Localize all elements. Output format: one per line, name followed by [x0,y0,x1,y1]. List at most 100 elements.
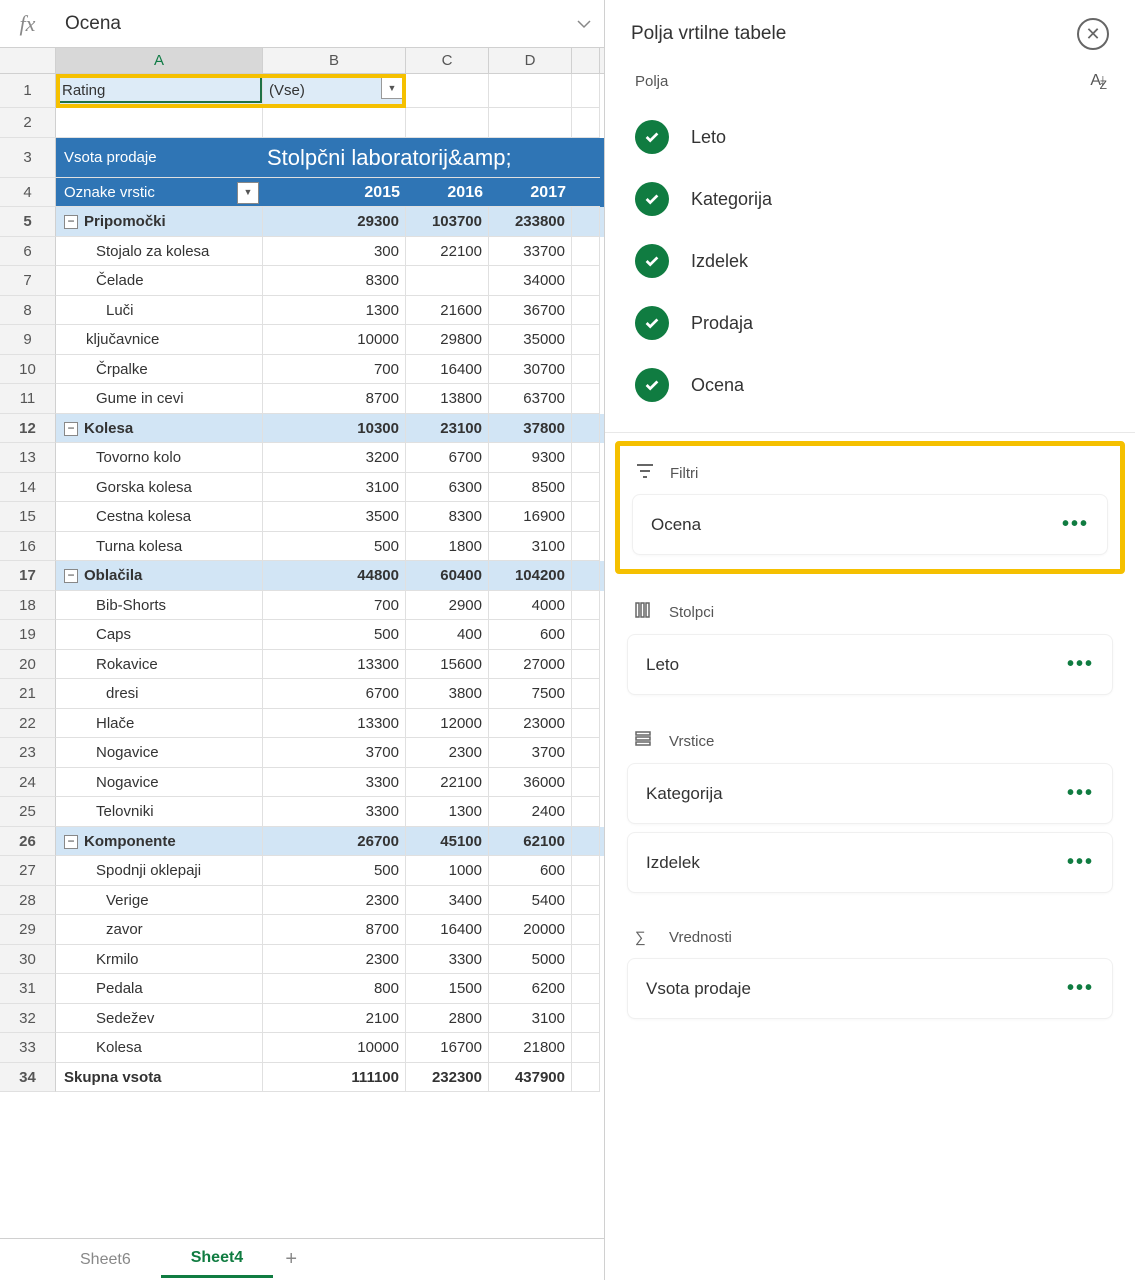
collapse-icon[interactable]: − [64,569,78,583]
row-header[interactable]: 29 [0,915,56,945]
data-cell[interactable]: 500 [263,620,406,650]
pivot-column-label[interactable]: Stolpčni laboratorij&amp; [263,138,572,178]
data-cell[interactable]: 23100 [406,414,489,444]
row-label-cell[interactable]: Pedala [56,974,263,1004]
filter-pill-ocena[interactable]: Ocena ••• [632,494,1108,555]
row-header[interactable]: 10 [0,355,56,385]
more-icon[interactable]: ••• [1067,977,1094,1000]
data-cell[interactable]: 3200 [263,443,406,473]
data-cell[interactable]: 700 [263,591,406,621]
row-label-cell[interactable]: Črpalke [56,355,263,385]
data-cell[interactable]: 437900 [489,1063,572,1093]
data-cell[interactable]: 1300 [263,296,406,326]
data-cell[interactable]: 13300 [263,650,406,680]
data-cell[interactable]: 1800 [406,532,489,562]
more-icon[interactable]: ••• [1067,782,1094,805]
data-cell[interactable]: 3300 [406,945,489,975]
row-header[interactable]: 33 [0,1033,56,1063]
collapse-icon[interactable]: − [64,215,78,229]
data-cell[interactable]: 10300 [263,414,406,444]
data-cell[interactable]: 300 [263,237,406,267]
more-icon[interactable]: ••• [1067,653,1094,676]
data-cell[interactable]: 3100 [489,532,572,562]
row-header[interactable]: 21 [0,679,56,709]
row-header[interactable]: 13 [0,443,56,473]
data-cell[interactable]: 3100 [489,1004,572,1034]
data-cell[interactable]: 232300 [406,1063,489,1093]
data-cell[interactable]: 33700 [489,237,572,267]
data-cell[interactable]: 36000 [489,768,572,798]
row-label-cell[interactable]: Nogavice [56,768,263,798]
row-label-cell[interactable]: dresi [56,679,263,709]
data-cell[interactable]: 3700 [263,738,406,768]
pivot-measure-label[interactable]: Vsota prodaje [56,138,263,178]
data-cell[interactable]: 44800 [263,561,406,591]
row-label-cell[interactable]: Spodnji oklepaji [56,856,263,886]
data-cell[interactable]: 16400 [406,915,489,945]
data-cell[interactable]: 600 [489,620,572,650]
row-label-cell[interactable]: −Kolesa [56,414,263,444]
select-all-corner[interactable] [0,48,56,73]
data-cell[interactable]: 16700 [406,1033,489,1063]
tab-sheet4[interactable]: Sheet4 [161,1241,273,1278]
row-header[interactable]: 32 [0,1004,56,1034]
row-label-cell[interactable]: Verige [56,886,263,916]
year-header[interactable]: 2015 [263,178,406,208]
data-cell[interactable]: 5000 [489,945,572,975]
data-cell[interactable]: 6300 [406,473,489,503]
data-cell[interactable]: 2400 [489,797,572,827]
col-header-d[interactable]: D [489,48,572,73]
data-cell[interactable]: 22100 [406,768,489,798]
row-labels-header[interactable]: Oznake vrstic ▼ [56,178,263,208]
data-cell[interactable]: 7500 [489,679,572,709]
data-cell[interactable]: 36700 [489,296,572,326]
data-cell[interactable]: 3500 [263,502,406,532]
data-cell[interactable]: 5400 [489,886,572,916]
row-header[interactable]: 31 [0,974,56,1004]
collapse-icon[interactable]: − [64,835,78,849]
data-cell[interactable]: 16400 [406,355,489,385]
row-header[interactable]: 2 [0,108,56,138]
data-cell[interactable]: 35000 [489,325,572,355]
data-cell[interactable]: 3700 [489,738,572,768]
data-cell[interactable]: 2300 [406,738,489,768]
row-header[interactable]: 20 [0,650,56,680]
data-cell[interactable]: 8500 [489,473,572,503]
row-header[interactable]: 6 [0,237,56,267]
data-cell[interactable]: 21600 [406,296,489,326]
more-icon[interactable]: ••• [1062,513,1089,536]
data-cell[interactable]: 1000 [406,856,489,886]
data-cell[interactable]: 13300 [263,709,406,739]
data-cell[interactable]: 3300 [263,797,406,827]
data-cell[interactable]: 4000 [489,591,572,621]
row-header[interactable]: 23 [0,738,56,768]
field-item[interactable]: Prodaja [627,292,1113,354]
formula-input[interactable] [55,0,564,47]
data-cell[interactable]: 8700 [263,384,406,414]
row-header[interactable]: 16 [0,532,56,562]
row-label-cell[interactable]: Skupna vsota [56,1063,263,1093]
data-cell[interactable]: 111100 [263,1063,406,1093]
row-label-cell[interactable]: −Oblačila [56,561,263,591]
row-header[interactable]: 14 [0,473,56,503]
row-header[interactable]: 25 [0,797,56,827]
row-label-cell[interactable]: Turna kolesa [56,532,263,562]
data-cell[interactable]: 1300 [406,797,489,827]
row-header[interactable]: 34 [0,1063,56,1093]
row-header[interactable]: 22 [0,709,56,739]
row-header[interactable]: 5 [0,207,56,237]
row-header[interactable]: 28 [0,886,56,916]
row-header[interactable]: 27 [0,856,56,886]
row-label-cell[interactable]: Čelade [56,266,263,296]
row-label-cell[interactable]: Cestna kolesa [56,502,263,532]
data-cell[interactable]: 700 [263,355,406,385]
data-cell[interactable]: 2100 [263,1004,406,1034]
row-labels-dropdown-icon[interactable]: ▼ [237,182,259,204]
row-pill-kategorija[interactable]: Kategorija ••• [627,763,1113,824]
data-cell[interactable]: 2300 [263,945,406,975]
row-header[interactable]: 4 [0,178,56,208]
data-cell[interactable]: 13800 [406,384,489,414]
col-header-e[interactable] [572,48,600,73]
data-cell[interactable]: 2800 [406,1004,489,1034]
row-header[interactable]: 15 [0,502,56,532]
